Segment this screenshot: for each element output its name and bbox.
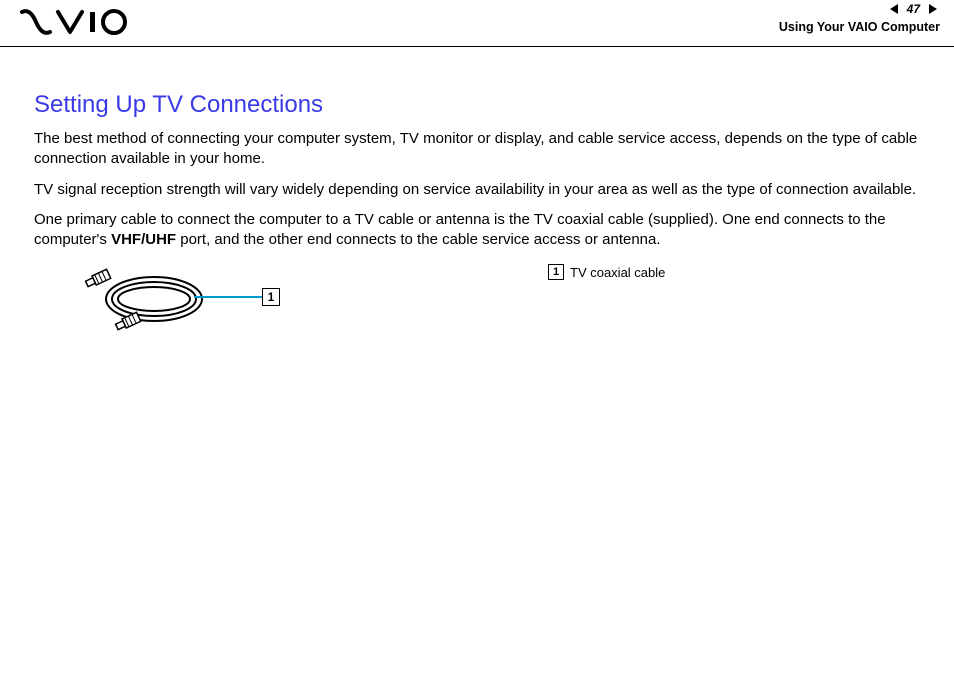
page-header: 47 Using Your VAIO Computer (0, 0, 954, 47)
section-heading: Setting Up TV Connections (34, 91, 920, 119)
paragraph-3: One primary cable to connect the compute… (34, 210, 920, 251)
vaio-logo-svg (20, 6, 130, 38)
legend-number-box: 1 (548, 264, 564, 280)
para3-part-b: port, and the other end connects to the … (176, 231, 660, 248)
figure-legend: 1 TV coaxial cable (548, 264, 665, 280)
callout-number-box: 1 (262, 288, 280, 306)
breadcrumb: Using Your VAIO Computer (779, 20, 940, 34)
para3-bold: VHF/UHF (111, 231, 176, 248)
page-number: 47 (905, 2, 922, 16)
paragraph-2: TV signal reception strength will vary w… (34, 180, 920, 200)
vaio-logo (20, 6, 130, 46)
figure: 1 1 TV coaxial cable (34, 264, 920, 384)
coaxial-cable-illustration (64, 264, 214, 344)
page-nav: 47 Using Your VAIO Computer (779, 0, 940, 34)
page-content: Setting Up TV Connections The best metho… (0, 47, 954, 384)
paragraph-1: The best method of connecting your compu… (34, 129, 920, 170)
callout-leader-line (194, 296, 264, 298)
next-page-arrow-icon[interactable] (926, 2, 940, 16)
prev-page-arrow-icon[interactable] (887, 2, 901, 16)
legend-label: TV coaxial cable (570, 265, 665, 280)
